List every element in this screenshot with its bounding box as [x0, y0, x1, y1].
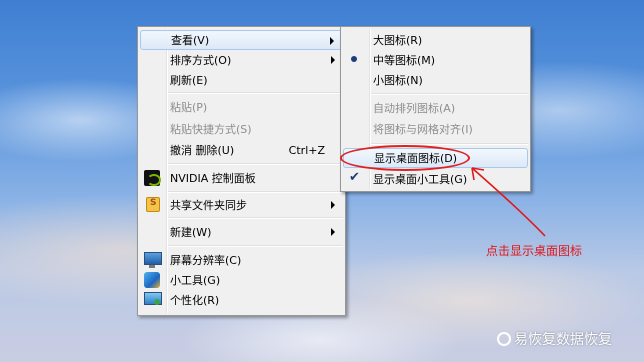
watermark-logo-icon	[497, 332, 511, 346]
annotation-arrow-icon	[471, 167, 546, 237]
annotation-text: 点击显示桌面图标	[486, 244, 583, 258]
watermark-text: 易恢复数据恢复	[514, 332, 612, 348]
watermark: 易恢复数据恢复	[497, 329, 612, 349]
